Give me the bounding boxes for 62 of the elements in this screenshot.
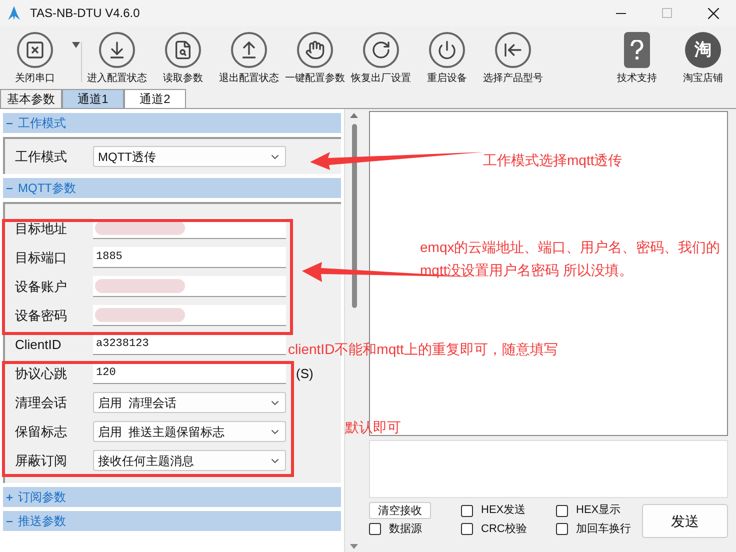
field-label: 清理会话 <box>14 394 68 412</box>
checkbox-option[interactable]: 加回车换行 <box>556 520 642 538</box>
checkbox-option[interactable]: CRC校验 <box>461 520 556 538</box>
window-title: TAS-NB-DTU V4.6.0 <box>30 5 140 22</box>
app-logo-icon <box>8 6 20 20</box>
shop-badge-icon: 淘 <box>685 32 721 68</box>
input-field[interactable]: a3238123 <box>93 334 286 355</box>
checkbox[interactable] <box>556 504 568 516</box>
checkbox[interactable] <box>369 523 381 535</box>
checkbox-option[interactable]: HEX显示 <box>556 502 642 519</box>
download-tray-icon <box>99 32 135 68</box>
arrow-left-bar-icon <box>495 32 531 68</box>
field-label: 屏蔽订阅 <box>14 452 68 470</box>
field-label: 目标地址 <box>14 220 68 238</box>
toolbar-button[interactable]: 选择产品型号 <box>480 32 546 86</box>
checkbox-option[interactable]: HEX发送 <box>461 502 556 519</box>
field-label: 保留标志 <box>14 422 68 441</box>
send-button[interactable]: 发送 <box>642 504 728 538</box>
field-label: 工作模式 <box>14 148 68 166</box>
toolbar-button[interactable]: 重启设备 <box>414 32 480 86</box>
hand-icon <box>297 32 333 68</box>
tab[interactable]: 基本参数 <box>0 89 62 108</box>
toolbar-button[interactable]: 关闭串口 <box>2 32 68 86</box>
toolbar-button[interactable]: 技术支持 <box>604 32 670 86</box>
scroll-down-arrow-icon[interactable] <box>350 544 358 549</box>
help-book-icon <box>624 32 650 68</box>
power-icon <box>429 32 465 68</box>
input-field[interactable] <box>93 305 286 326</box>
clear-receive-button[interactable]: 清空接收 <box>369 502 431 519</box>
field-label: 协议心跳 <box>14 364 68 383</box>
document-search-icon <box>165 32 201 68</box>
toolbar-button[interactable]: 恢复出厂设置 <box>348 32 414 86</box>
upload-tray-icon <box>231 32 267 68</box>
caret-icon[interactable] <box>70 42 82 82</box>
field-label: 设备账户 <box>14 278 68 296</box>
toolbar-button[interactable]: 一键配置参数 <box>282 32 348 86</box>
toolbar-button[interactable]: 退出配置状态 <box>216 32 282 86</box>
annotation-note: 工作模式选择mqtt透传 <box>483 151 622 170</box>
checkbox[interactable] <box>461 523 473 535</box>
unit-label: (S) <box>296 364 314 383</box>
input-field[interactable]: 1885 <box>93 247 286 268</box>
dropdown[interactable]: 接收任何主题消息 <box>93 450 286 471</box>
input-field[interactable]: 120 <box>93 363 286 384</box>
tab[interactable]: 通道2 <box>124 89 186 108</box>
dropdown[interactable]: MQTT透传 <box>93 146 286 167</box>
field-label: 设备密码 <box>14 306 68 325</box>
field-label: 目标端口 <box>14 248 68 267</box>
checkbox-option[interactable]: 数据源 <box>369 520 461 538</box>
toolbar-button[interactable]: 读取参数 <box>150 32 216 86</box>
send-input[interactable] <box>369 440 728 498</box>
scroll-up-arrow-icon[interactable] <box>350 113 358 118</box>
dropdown[interactable]: 启用 推送主题保留标志 <box>93 421 286 442</box>
field-label: ClientID <box>14 336 62 354</box>
toolbar-button[interactable]: 进入配置状态 <box>84 32 150 86</box>
checkbox[interactable] <box>461 504 473 516</box>
tab[interactable]: 通道1 <box>62 89 124 108</box>
toolbar-button[interactable]: 淘 淘宝店铺 <box>670 32 736 86</box>
checkbox[interactable] <box>556 523 568 535</box>
square-x-icon <box>17 32 53 68</box>
dropdown[interactable]: 启用 清理会话 <box>93 392 286 413</box>
annotation-note: emqx的云端地址、端口、用户名、密码、我们的mqtt没设置用户名密码 所以没填。 <box>420 238 722 280</box>
input-field[interactable] <box>93 276 286 297</box>
